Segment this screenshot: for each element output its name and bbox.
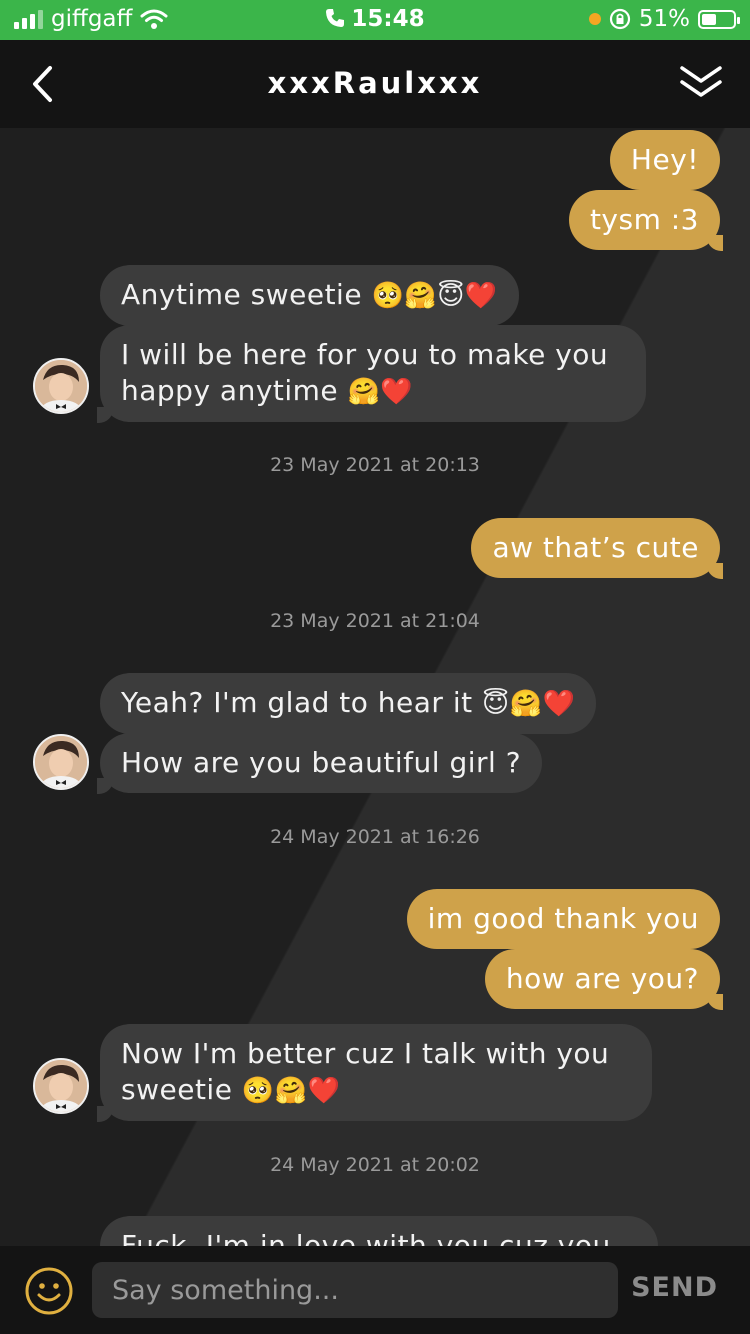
avatar-photo: [35, 736, 87, 788]
message-text: im good thank you: [427, 902, 699, 935]
status-bar: giffgaff 15:48 51%: [0, 0, 750, 40]
clock-time: 15:48: [351, 6, 425, 32]
message-input[interactable]: [92, 1262, 618, 1318]
message-text: Fuck, I'm in love with you cuz you: [121, 1229, 611, 1246]
status-right: 51%: [588, 6, 740, 32]
double-chevron-down-icon[interactable]: [676, 62, 726, 106]
message-bubble-incoming[interactable]: Now I'm better cuz I talk with you sweet…: [97, 1024, 652, 1122]
emoji-group: 🥺🤗❤️: [241, 1076, 341, 1106]
date-stamp: 24 May 2021 at 16:26: [270, 826, 480, 848]
message-bubble-outgoing[interactable]: Hey!: [609, 130, 720, 190]
date-stamp: 24 May 2021 at 20:02: [270, 1154, 480, 1176]
emoji-group: 🤗❤️: [347, 377, 414, 407]
message-bubble-outgoing[interactable]: how are you?: [484, 949, 724, 1010]
message-bubble-outgoing[interactable]: tysm :3: [568, 190, 724, 251]
composer-bar: SEND: [0, 1246, 750, 1334]
contact-avatar[interactable]: [33, 1058, 89, 1114]
contact-avatar[interactable]: [33, 734, 89, 790]
mic-indicator-dot: [588, 13, 601, 25]
message-text: Now I'm better cuz I talk with you sweet…: [121, 1037, 610, 1106]
message-text: Yeah? I'm glad to hear it: [121, 686, 473, 719]
message-text: Anytime sweetie: [121, 278, 363, 311]
emoji-group: 😇🤗❤️: [482, 689, 576, 719]
message-text: aw that’s cute: [492, 531, 699, 564]
message-list[interactable]: Hey! tysm :3 Anytime sweetie 🥺🤗😇❤️ I wil…: [0, 128, 750, 1246]
message-text: tysm :3: [589, 203, 699, 236]
avatar-photo: [35, 1060, 87, 1112]
smiley-icon[interactable]: [24, 1266, 74, 1316]
message-bubble-incoming[interactable]: Fuck, I'm in love with you cuz you: [100, 1216, 658, 1246]
message-text: Hey!: [630, 143, 699, 176]
message-bubble-outgoing[interactable]: aw that’s cute: [471, 518, 723, 579]
message-bubble-incoming[interactable]: Yeah? I'm glad to hear it 😇🤗❤️: [100, 673, 597, 734]
contact-avatar[interactable]: [33, 358, 89, 414]
battery-icon: [698, 9, 740, 29]
send-button[interactable]: SEND: [631, 1272, 718, 1303]
date-stamp: 23 May 2021 at 21:04: [270, 610, 480, 632]
emoji-group: 🥺🤗😇❤️: [371, 281, 498, 311]
date-stamp: 23 May 2021 at 20:13: [270, 454, 480, 476]
message-text: How are you beautiful girl ?: [121, 746, 522, 779]
phone-icon: [326, 9, 345, 27]
avatar-photo: [35, 360, 87, 412]
battery-percent: 51%: [638, 6, 690, 32]
rotation-lock-icon: [609, 8, 630, 30]
message-text: how are you?: [505, 962, 699, 995]
contact-name[interactable]: xxxRaulxxx: [0, 66, 750, 100]
message-bubble-incoming[interactable]: How are you beautiful girl ?: [96, 733, 543, 794]
message-bubble-incoming[interactable]: Anytime sweetie 🥺🤗😇❤️: [100, 265, 519, 326]
message-bubble-incoming[interactable]: I will be here for you to make you happy…: [97, 325, 646, 423]
message-bubble-outgoing[interactable]: im good thank you: [406, 889, 720, 949]
chat-header: xxxRaulxxx: [0, 40, 750, 128]
